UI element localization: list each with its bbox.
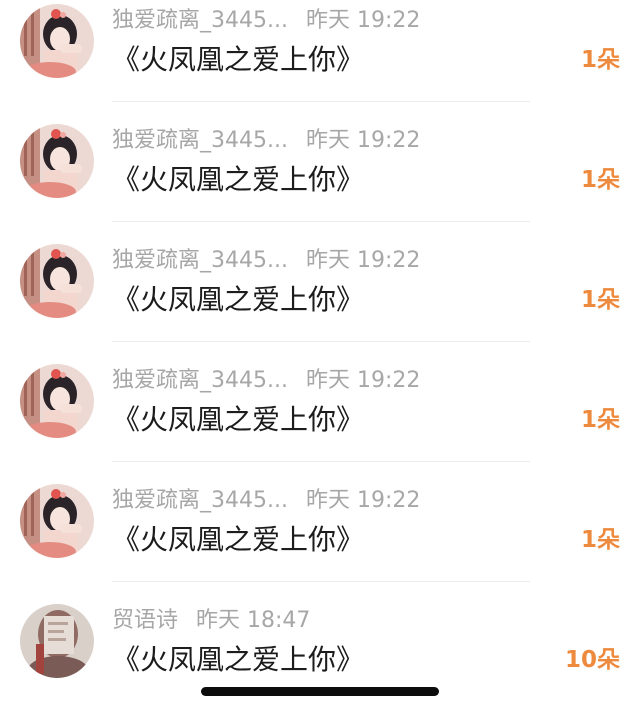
record-meta: 独爱疏离_3445... 昨天 19:22: [112, 246, 420, 276]
gift-record-row[interactable]: 独爱疏离_3445... 昨天 19:22 《火凤凰之爱上你》 1朵: [0, 0, 640, 120]
book-title[interactable]: 《火凤凰之爱上你》: [112, 160, 364, 200]
user-avatar[interactable]: [20, 244, 94, 318]
flower-count: 1朵: [580, 167, 620, 193]
book-title[interactable]: 《火凤凰之爱上你》: [112, 400, 364, 440]
flower-count: 1朵: [580, 407, 620, 433]
gift-record-row[interactable]: 独爱疏离_3445... 昨天 19:22 《火凤凰之爱上你》 1朵: [0, 480, 640, 600]
user-avatar[interactable]: [20, 124, 94, 198]
gift-record-row[interactable]: 贸语诗 昨天 18:47 《火凤凰之爱上你》 10朵: [0, 600, 640, 720]
timestamp: 昨天 19:22: [305, 8, 421, 33]
divider: [112, 581, 530, 582]
user-avatar[interactable]: [20, 4, 94, 78]
gift-record-row[interactable]: 独爱疏离_3445... 昨天 19:22 《火凤凰之爱上你》 1朵: [0, 240, 640, 360]
gift-record-row[interactable]: 独爱疏离_3445... 昨天 19:22 《火凤凰之爱上你》 1朵: [0, 360, 640, 480]
record-meta: 独爱疏离_3445... 昨天 19:22: [112, 366, 420, 396]
flower-count: 10朵: [564, 647, 620, 673]
user-avatar[interactable]: [20, 364, 94, 438]
record-meta: 独爱疏离_3445... 昨天 19:22: [112, 486, 420, 516]
timestamp: 昨天 18:47: [196, 608, 311, 633]
timestamp: 昨天 19:22: [305, 248, 421, 273]
divider: [112, 341, 530, 342]
flower-count: 1朵: [580, 287, 620, 313]
username[interactable]: 独爱疏离_3445...: [112, 8, 288, 33]
user-avatar[interactable]: [20, 604, 94, 678]
username[interactable]: 独爱疏离_3445...: [112, 488, 288, 513]
gift-record-row[interactable]: 独爱疏离_3445... 昨天 19:22 《火凤凰之爱上你》 1朵: [0, 120, 640, 240]
divider: [112, 461, 530, 462]
book-title[interactable]: 《火凤凰之爱上你》: [112, 280, 364, 320]
gift-record-list: 独爱疏离_3445... 昨天 19:22 《火凤凰之爱上你》 1朵 独爱疏离_3…: [0, 0, 640, 720]
timestamp: 昨天 19:22: [305, 128, 421, 153]
girl-avatar-icon: [20, 484, 94, 558]
record-meta: 贸语诗 昨天 18:47: [112, 606, 310, 636]
girl-avatar-icon: [20, 124, 94, 198]
timestamp: 昨天 19:22: [305, 368, 421, 393]
flower-count: 1朵: [580, 47, 620, 73]
user-avatar[interactable]: [20, 484, 94, 558]
book-title[interactable]: 《火凤凰之爱上你》: [112, 40, 364, 80]
username[interactable]: 贸语诗: [112, 608, 178, 633]
girl-avatar-icon: [20, 4, 94, 78]
record-meta: 独爱疏离_3445... 昨天 19:22: [112, 126, 420, 156]
girl-avatar-icon: [20, 364, 94, 438]
username[interactable]: 独爱疏离_3445...: [112, 248, 288, 273]
username[interactable]: 独爱疏离_3445...: [112, 368, 288, 393]
record-meta: 独爱疏离_3445... 昨天 19:22: [112, 6, 420, 36]
divider: [112, 101, 530, 102]
home-indicator[interactable]: [201, 687, 439, 696]
flower-count: 1朵: [580, 527, 620, 553]
sketch-avatar-icon: [20, 604, 94, 678]
divider: [112, 221, 530, 222]
book-title[interactable]: 《火凤凰之爱上你》: [112, 640, 364, 680]
username[interactable]: 独爱疏离_3445...: [112, 128, 288, 153]
book-title[interactable]: 《火凤凰之爱上你》: [112, 520, 364, 560]
girl-avatar-icon: [20, 244, 94, 318]
timestamp: 昨天 19:22: [305, 488, 421, 513]
